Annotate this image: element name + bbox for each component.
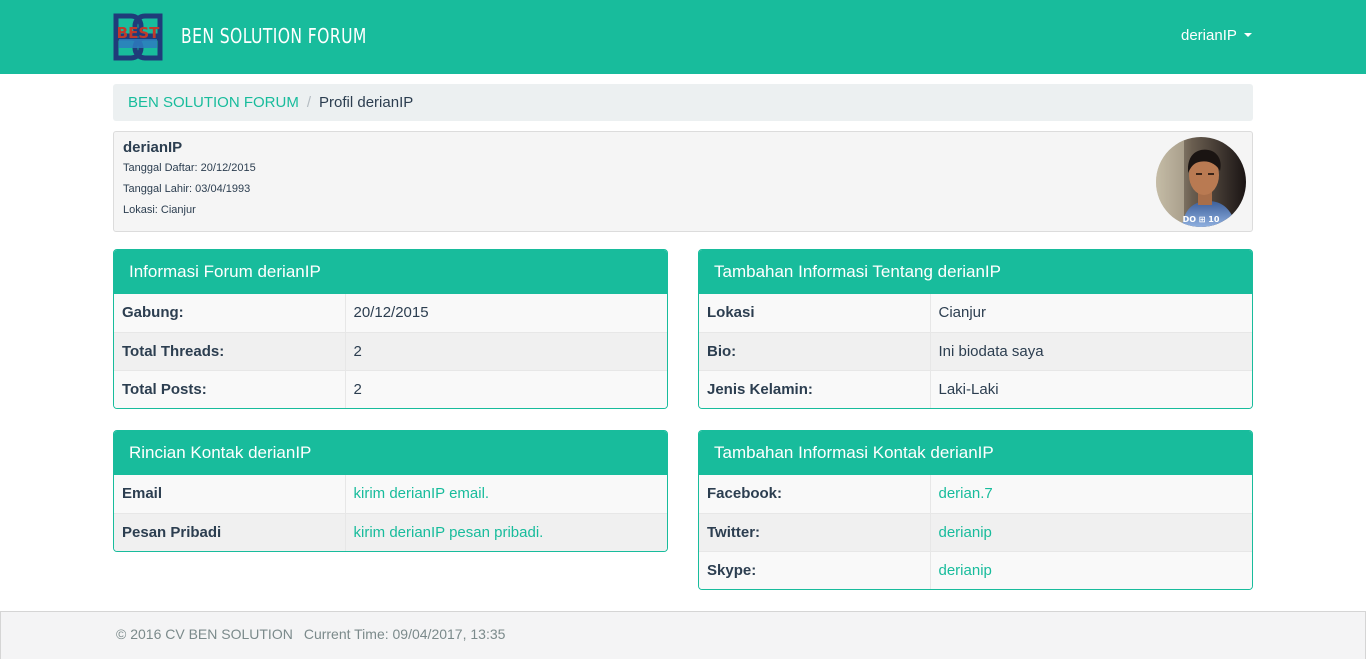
twitter-label: Twitter:: [699, 512, 931, 551]
join-date-value: 20/12/2015: [345, 294, 667, 332]
user-dropdown[interactable]: derianIP: [1181, 27, 1252, 44]
breadcrumb-current: Profil derianIP: [319, 94, 414, 111]
forum-info-table: Gabung: 20/12/2015 Total Threads: 2 Tota…: [114, 294, 667, 408]
bio-label: Bio:: [699, 331, 931, 370]
gender-label: Jenis Kelamin:: [699, 369, 931, 408]
profile-summary: derianIP Tanggal Daftar: 20/12/2015 Tang…: [113, 131, 1253, 232]
breadcrumb-home-link[interactable]: BEN SOLUTION FORUM: [128, 94, 299, 111]
email-label: Email: [114, 475, 346, 513]
private-message-label: Pesan Pribadi: [114, 512, 346, 551]
table-row: Pesan Pribadi kirim derianIP pesan priba…: [114, 512, 667, 551]
location-label: Lokasi: [699, 294, 931, 332]
forum-info-panel: Informasi Forum derianIP Gabung: 20/12/2…: [113, 249, 668, 409]
breadcrumb-separator: /: [306, 94, 312, 111]
table-row: Bio: Ini biodata saya: [699, 331, 1252, 370]
footer-copyright: © 2016 CV BEN SOLUTION: [116, 626, 293, 642]
brand-title[interactable]: BEN SOLUTION FORUM: [181, 24, 367, 48]
contact-table: Email kirim derianIP email. Pesan Pribad…: [114, 475, 667, 551]
profile-registered: Tanggal Daftar: 20/12/2015: [123, 162, 256, 174]
footer-text: © 2016 CV BEN SOLUTION Current Time: 09/0…: [116, 626, 505, 642]
table-row: Twitter: derianip: [699, 512, 1252, 551]
extra-info-panel: Tambahan Informasi Tentang derianIP Loka…: [698, 249, 1253, 409]
send-private-message-link[interactable]: kirim derianIP pesan pribadi.: [354, 524, 544, 541]
twitter-link[interactable]: derianip: [939, 524, 992, 541]
bio-value: Ini biodata saya: [930, 331, 1252, 370]
extra-info-title: Tambahan Informasi Tentang derianIP: [699, 250, 1252, 294]
table-row: Email kirim derianIP email.: [114, 475, 667, 513]
table-row: Facebook: derian.7: [699, 475, 1252, 513]
navbar: BEST BEN SOLUTION FORUM derianIP: [0, 0, 1366, 74]
logo-text: BEST: [117, 24, 160, 42]
table-row: Total Threads: 2: [114, 331, 667, 370]
total-threads-value: 2: [345, 331, 667, 370]
contact-panel: Rincian Kontak derianIP Email kirim deri…: [113, 430, 668, 552]
send-email-link[interactable]: kirim derianIP email.: [354, 485, 490, 502]
profile-name: derianIP: [123, 139, 183, 156]
user-dropdown-label: derianIP: [1181, 27, 1237, 44]
skype-label: Skype:: [699, 550, 931, 589]
contact-title: Rincian Kontak derianIP: [114, 431, 667, 475]
table-row: Total Posts: 2: [114, 369, 667, 408]
breadcrumb: BEN SOLUTION FORUM / Profil derianIP: [113, 84, 1253, 121]
extra-contact-table: Facebook: derian.7 Twitter: derianip Sky…: [699, 475, 1252, 589]
table-row: Lokasi Cianjur: [699, 294, 1252, 332]
profile-location: Lokasi: Cianjur: [123, 204, 196, 216]
table-row: Jenis Kelamin: Laki-Laki: [699, 369, 1252, 408]
avatar-caption: DO ⊞ 10: [1183, 215, 1220, 224]
location-value: Cianjur: [930, 294, 1252, 332]
extra-contact-title: Tambahan Informasi Kontak derianIP: [699, 431, 1252, 475]
logo-icon[interactable]: BEST: [113, 12, 163, 62]
join-date-label: Gabung:: [114, 294, 346, 332]
skype-link[interactable]: derianip: [939, 562, 992, 579]
avatar-image: DO ⊞ 10: [1156, 137, 1246, 227]
extra-info-table: Lokasi Cianjur Bio: Ini biodata saya Jen…: [699, 294, 1252, 408]
forum-info-title: Informasi Forum derianIP: [114, 250, 667, 294]
total-threads-label: Total Threads:: [114, 331, 346, 370]
extra-contact-panel: Tambahan Informasi Kontak derianIP Faceb…: [698, 430, 1253, 590]
facebook-link[interactable]: derian.7: [939, 485, 993, 502]
total-posts-value: 2: [345, 369, 667, 408]
table-row: Gabung: 20/12/2015: [114, 294, 667, 332]
caret-down-icon: [1243, 33, 1252, 38]
gender-value: Laki-Laki: [930, 369, 1252, 408]
table-row: Skype: derianip: [699, 550, 1252, 589]
total-posts-label: Total Posts:: [114, 369, 346, 408]
footer: © 2016 CV BEN SOLUTION Current Time: 09/0…: [0, 611, 1366, 659]
facebook-label: Facebook:: [699, 475, 931, 513]
profile-birthdate: Tanggal Lahir: 03/04/1993: [123, 183, 251, 195]
footer-current-time: Current Time: 09/04/2017, 13:35: [303, 626, 506, 642]
